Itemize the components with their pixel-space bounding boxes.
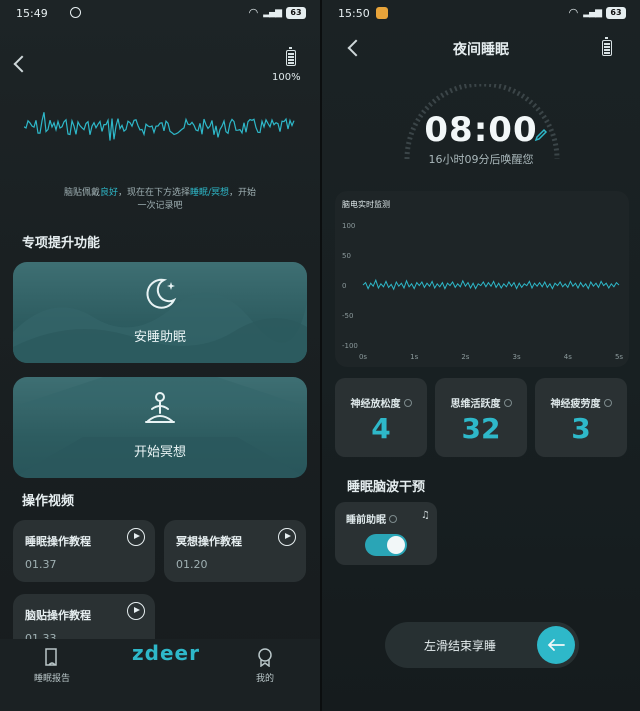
sync-icon xyxy=(70,7,81,18)
night-sleep-screen: 15:50 ◠ ▂▄▆ 63 夜间睡眠 08:00 16小时09分后唤醒您 脑电… xyxy=(320,0,640,711)
y-tick-label: -50 xyxy=(342,312,353,320)
meditation-icon xyxy=(145,392,175,423)
video-duration: 01.37 xyxy=(25,558,57,571)
status-time: 15:49 xyxy=(16,7,48,20)
x-tick-label: 2s xyxy=(461,353,469,361)
wifi-icon: ◠ xyxy=(248,6,259,19)
y-tick-label: 0 xyxy=(342,282,346,290)
meditate-card-label: 开始冥想 xyxy=(133,445,186,460)
video-title: 脑贴操作教程 xyxy=(25,609,91,622)
home-screen: 15:49 ◠ ▂▄▆ 63 100% 脑贴佩戴良好，现在在下方选择睡眠/冥想，… xyxy=(0,0,320,711)
nav-mine[interactable]: 我的 xyxy=(256,647,274,684)
device-battery-icon xyxy=(286,47,296,66)
videos-title: 操作视频 xyxy=(22,494,75,509)
x-tick-label: 4s xyxy=(564,353,572,361)
pre-sleep-toggle[interactable] xyxy=(365,534,407,556)
wifi-icon: ◠ xyxy=(568,6,579,19)
page-title: 夜间睡眠 xyxy=(453,42,509,58)
x-tick-label: 3s xyxy=(513,353,521,361)
video-duration: 01.20 xyxy=(176,558,208,571)
status-bar: 15:49 ◠ ▂▄▆ 63 xyxy=(0,0,320,28)
video-title: 冥想操作教程 xyxy=(176,535,242,548)
slide-to-end[interactable]: 左滑结束享睡 xyxy=(385,622,579,668)
bottom-nav: 睡眠报告 zdeer 我的 xyxy=(0,639,320,711)
eeg-series-line xyxy=(362,278,620,291)
play-icon[interactable] xyxy=(127,602,145,620)
play-icon[interactable] xyxy=(127,528,145,546)
profile-icon xyxy=(258,648,272,667)
video-card-sleep[interactable]: 睡眠操作教程 01.37 xyxy=(13,520,155,582)
moon-icon xyxy=(146,278,177,309)
signal-icon: ▂▄▆ xyxy=(263,7,282,18)
features-title: 专项提升功能 xyxy=(22,236,101,251)
metric-relaxation: 神经放松度 4 xyxy=(335,378,427,457)
video-title: 睡眠操作教程 xyxy=(25,535,91,548)
alarm-time: 08:00 xyxy=(424,110,538,150)
y-tick-label: -100 xyxy=(342,342,358,350)
x-tick-label: 5s xyxy=(615,353,623,361)
video-card-meditate[interactable]: 冥想操作教程 01.20 xyxy=(164,520,306,582)
battery-status-icon: 63 xyxy=(606,6,626,19)
eeg-monitor-card: 脑电实时监测 100 50 0 -50 -100 0s 1s 2s 3s 4s 5s xyxy=(335,191,629,367)
alarm-caption: 16小时09分后唤醒您 xyxy=(428,153,534,166)
metric-fatigue: 神经疲劳度 3 xyxy=(535,378,627,457)
slide-label: 左滑结束享睡 xyxy=(423,639,496,653)
battery-status-icon: 63 xyxy=(286,6,306,19)
sleep-card[interactable]: 安睡助眠 xyxy=(13,262,307,363)
nav-sleep-report[interactable]: 睡眠报告 xyxy=(34,647,70,684)
intervention-title: 睡眠脑波干预 xyxy=(347,480,426,495)
y-tick-label: 100 xyxy=(342,222,355,230)
toggle-knob xyxy=(387,536,405,554)
y-tick-label: 50 xyxy=(342,252,351,260)
sleep-card-label: 安睡助眠 xyxy=(133,330,186,345)
pre-sleep-label: 睡前助眠 xyxy=(346,515,386,526)
eeg-chart: 100 50 0 -50 -1000s 1s 2s 3s 4s 5s xyxy=(342,222,623,361)
status-time: 15:50 xyxy=(338,7,388,20)
info-icon[interactable] xyxy=(389,515,397,523)
play-icon[interactable] xyxy=(278,528,296,546)
metric-activity: 思维活跃度 32 xyxy=(435,378,527,457)
x-tick-label: 1s xyxy=(410,353,418,361)
edit-icon[interactable] xyxy=(534,128,548,142)
back-button[interactable] xyxy=(13,55,31,73)
signal-icon: ▂▄▆ xyxy=(583,7,602,18)
info-icon[interactable] xyxy=(503,399,512,407)
x-tick-label: 0s xyxy=(359,353,367,361)
info-icon[interactable] xyxy=(603,399,612,407)
slide-handle[interactable] xyxy=(537,626,575,664)
info-icon[interactable] xyxy=(403,399,412,407)
meditate-card[interactable]: 开始冥想 xyxy=(13,377,307,478)
app-logo: zdeer xyxy=(132,641,200,665)
status-bar: 15:50 ◠ ▂▄▆ 63 xyxy=(322,0,640,28)
music-icon[interactable]: ♫ xyxy=(421,510,430,521)
report-icon xyxy=(45,648,57,666)
notification-icon xyxy=(375,7,388,19)
device-battery-percent: 100% xyxy=(272,72,301,83)
device-battery-icon xyxy=(602,37,612,56)
arrow-left-icon xyxy=(547,639,565,651)
pre-sleep-card: 睡前助眠 ♫ xyxy=(335,502,437,565)
wear-hint: 脑贴佩戴良好，现在在下方选择睡眠/冥想，开始 一次记录吧 xyxy=(63,188,257,211)
eeg-waveform xyxy=(24,112,295,141)
